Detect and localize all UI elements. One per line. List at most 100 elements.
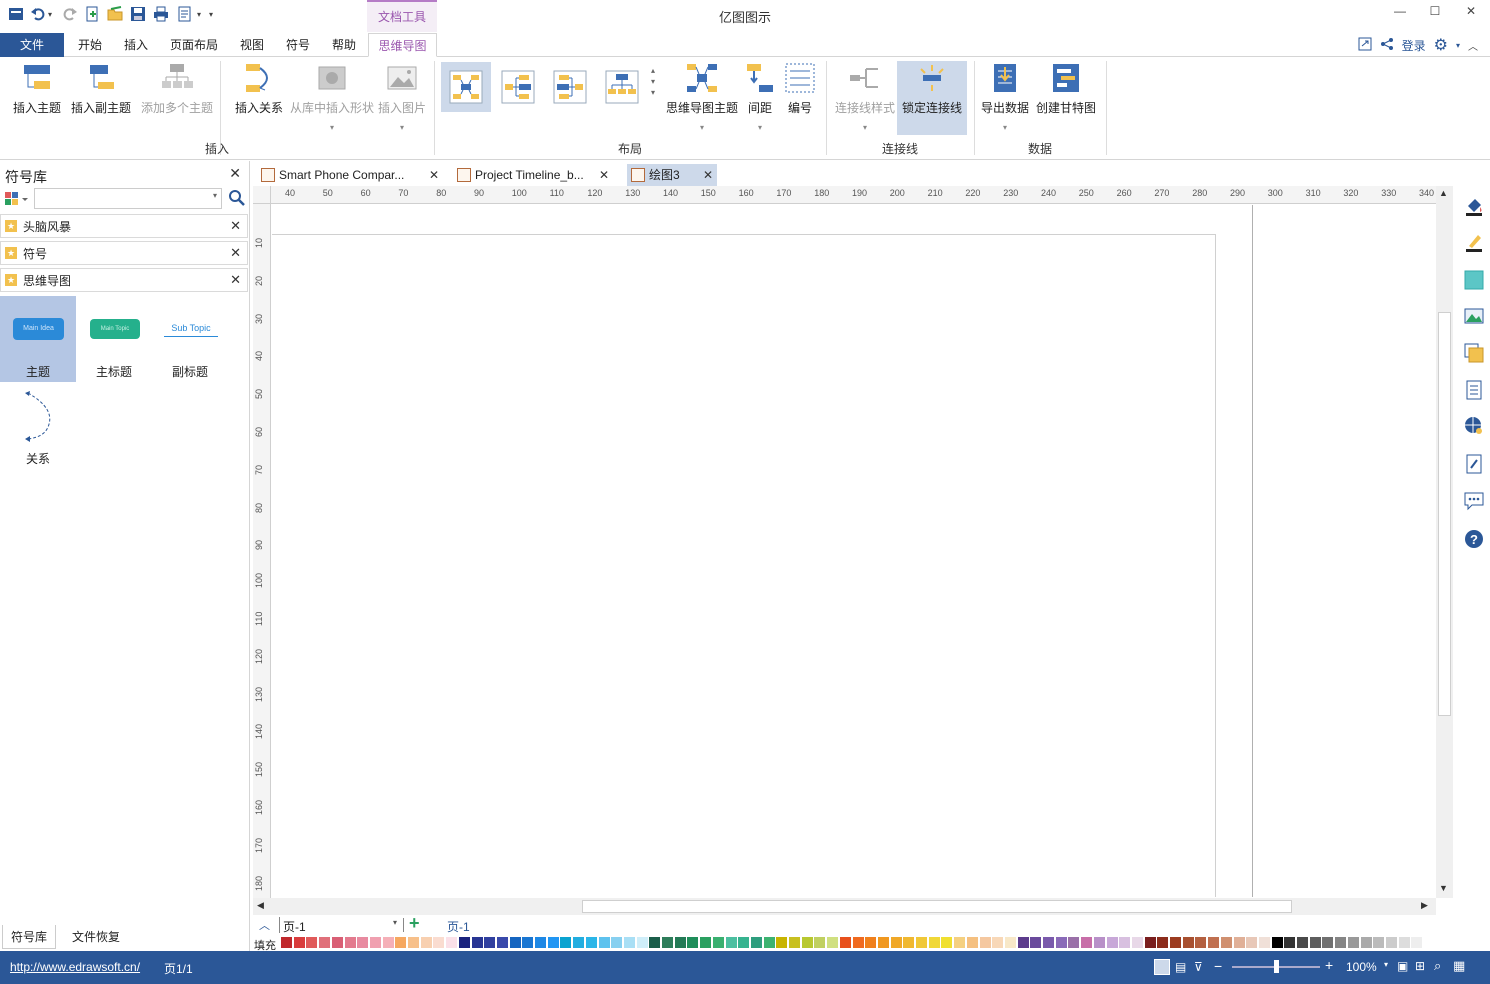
insert-topic-button[interactable]: 插入主题 [10, 61, 64, 131]
color-swatch[interactable] [1322, 937, 1334, 948]
drawing-canvas[interactable] [272, 205, 1436, 897]
color-swatch[interactable] [992, 937, 1004, 948]
login-link[interactable]: 登录 [1402, 37, 1426, 54]
color-swatch[interactable] [1093, 937, 1105, 948]
zoom-fit-icon[interactable]: ⌕ [1434, 958, 1441, 974]
fit-width-icon[interactable]: ⊞ [1415, 959, 1425, 973]
layers-icon[interactable] [1464, 343, 1484, 363]
website-link[interactable]: http://www.edrawsoft.cn/ [10, 960, 140, 974]
fill-paint-icon[interactable] [1464, 196, 1484, 216]
library-close-icon[interactable]: ✕ [229, 165, 241, 182]
tab-home[interactable]: 开始 [70, 33, 110, 57]
color-swatch[interactable] [1309, 937, 1321, 948]
color-swatch[interactable] [700, 937, 712, 948]
color-swatch[interactable] [1030, 937, 1042, 948]
color-swatch[interactable] [903, 937, 915, 948]
color-swatch[interactable] [1297, 937, 1308, 948]
settings-gear-icon[interactable]: ⚙ [1434, 35, 1448, 55]
layout-radial-button[interactable] [441, 62, 491, 112]
color-swatch[interactable] [979, 937, 991, 948]
shape-main-idea[interactable]: Main Idea 主题 [0, 296, 76, 382]
mindmap-theme-button[interactable]: 思维导图主题 ▾ [665, 61, 739, 132]
layout-left-tree-button[interactable] [549, 62, 591, 112]
color-swatch[interactable] [1195, 937, 1207, 948]
tab-symbol[interactable]: 符号 [278, 33, 318, 57]
color-swatch[interactable] [814, 937, 826, 948]
color-swatch[interactable] [750, 937, 762, 948]
color-swatch[interactable] [395, 937, 407, 948]
share-icon[interactable] [1380, 37, 1394, 54]
color-swatch[interactable] [1398, 937, 1410, 948]
color-swatch[interactable] [738, 937, 750, 948]
color-swatch[interactable] [433, 937, 445, 948]
color-swatch[interactable] [1144, 937, 1156, 948]
shadow-icon[interactable] [1464, 270, 1484, 290]
color-swatch[interactable] [1068, 937, 1080, 948]
color-swatch[interactable] [1335, 937, 1347, 948]
color-swatch[interactable] [1220, 937, 1232, 948]
page-view-icon[interactable]: ▤ [1175, 960, 1186, 974]
zoom-slider[interactable] [1232, 960, 1320, 973]
shape-sub-topic[interactable]: Sub Topic 副标题 [152, 296, 228, 382]
insert-relationship-button[interactable]: 插入关系 [234, 61, 284, 131]
color-swatch[interactable] [585, 937, 597, 948]
color-swatch[interactable] [319, 937, 331, 948]
color-swatch[interactable] [954, 937, 966, 948]
color-swatch[interactable] [827, 937, 839, 948]
tab-help[interactable]: 帮助 [324, 33, 364, 57]
zoom-out-icon[interactable]: − [1214, 958, 1222, 974]
color-swatch[interactable] [763, 937, 775, 948]
tab-file-recovery[interactable]: 文件恢复 [64, 925, 128, 949]
color-swatch[interactable] [484, 937, 496, 948]
create-gantt-button[interactable]: 创建甘特图 [1035, 61, 1097, 131]
scroll-right-icon[interactable]: ▶ [1421, 900, 1428, 911]
connector-style-button[interactable]: 连接线样式 ▾ [834, 61, 896, 132]
library-category-brainstorm[interactable]: ★ 头脑风暴 ✕ [0, 214, 248, 238]
library-category-mindmap[interactable]: ★ 思维导图 ✕ [0, 268, 248, 292]
minimize-ribbon-share-icon[interactable] [1358, 37, 1372, 54]
color-swatch[interactable] [611, 937, 623, 948]
zoom-level[interactable]: 100% [1346, 960, 1377, 974]
lock-connector-button[interactable]: 锁定连接线 [897, 61, 967, 135]
line-pen-icon[interactable] [1464, 232, 1484, 252]
color-swatch[interactable] [560, 937, 572, 948]
spacing-dropdown-icon[interactable]: ▾ [758, 123, 762, 132]
color-swatch[interactable] [801, 937, 813, 948]
color-swatch[interactable] [725, 937, 737, 948]
comment-icon[interactable] [1464, 491, 1484, 511]
horizontal-scrollbar[interactable]: ◀ ▶ [253, 898, 1436, 915]
tab-symbol-library[interactable]: 符号库 [2, 925, 57, 949]
mindmap-theme-dropdown-icon[interactable]: ▾ [700, 123, 704, 132]
insert-shape-dropdown-icon[interactable]: ▾ [330, 123, 334, 132]
layout-gallery-scroll[interactable]: ▴ ▾ ▾ [651, 65, 655, 98]
color-swatch[interactable] [1182, 937, 1194, 948]
color-swatch[interactable] [1043, 937, 1054, 948]
insert-image-button[interactable]: 插入图片 ▾ [377, 61, 427, 132]
vertical-scrollbar[interactable]: ▲ ▼ [1436, 186, 1453, 898]
color-swatch[interactable] [1233, 937, 1245, 948]
color-swatch[interactable] [1373, 937, 1385, 948]
hyperlink-globe-icon[interactable] [1464, 416, 1484, 436]
export-data-button[interactable]: 导出数据 ▾ [980, 61, 1030, 132]
color-swatch[interactable] [471, 937, 483, 948]
color-swatch[interactable] [446, 937, 458, 948]
insert-subtopic-button[interactable]: 插入副主题 [70, 61, 132, 131]
color-swatch[interactable] [1055, 937, 1067, 948]
layout-org-chart-button[interactable] [601, 62, 643, 112]
spacing-button[interactable]: 间距 ▾ [743, 61, 777, 132]
layout-right-tree-button[interactable] [497, 62, 539, 112]
help-icon[interactable]: ? [1464, 529, 1484, 549]
color-swatch[interactable] [1271, 937, 1283, 948]
vertical-scroll-thumb[interactable] [1438, 312, 1451, 716]
scroll-down-icon[interactable]: ▼ [1439, 883, 1448, 893]
color-swatch[interactable] [306, 937, 318, 948]
category-close-icon[interactable]: ✕ [230, 272, 241, 288]
zoom-in-icon[interactable]: + [1325, 957, 1333, 973]
expand-pages-icon[interactable]: ︿ [259, 917, 270, 933]
settings-dropdown-icon[interactable]: ▾ [1456, 41, 1460, 50]
doc-tab-close-icon[interactable]: ✕ [429, 164, 439, 186]
category-close-icon[interactable]: ✕ [230, 245, 241, 261]
color-swatch[interactable] [776, 937, 788, 948]
color-swatch[interactable] [547, 937, 559, 948]
color-swatch[interactable] [1360, 937, 1372, 948]
